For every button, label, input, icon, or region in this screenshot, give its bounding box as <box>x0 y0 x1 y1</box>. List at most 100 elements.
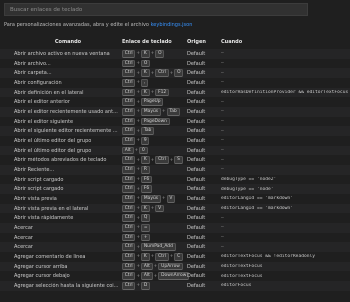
key-cap: Alt <box>141 272 153 281</box>
key-separator: + <box>136 99 141 105</box>
table-row[interactable]: Acercar Ctrl + NumPad_Add Default — <box>0 242 350 253</box>
command-cell: Abrir vista previa en el lateral <box>14 205 89 212</box>
column-header-command[interactable]: Comando <box>14 39 122 45</box>
when-cell: — <box>221 235 224 241</box>
column-header-when[interactable]: Cuando <box>221 39 350 45</box>
key-separator: + <box>169 254 174 260</box>
command-cell: Abrir vista rápidamente <box>14 215 74 222</box>
command-cell: Abrir archivo... <box>14 60 51 67</box>
keybinding-cell: Ctrl + Mayús + V <box>122 195 187 203</box>
table-row[interactable]: Agregar comentario de línea Ctrl + K + Ctrl + C… <box>0 252 350 262</box>
keybinding-cell: Ctrl + O <box>122 59 187 68</box>
key-separator: + <box>136 70 141 76</box>
key-cap: PageUp <box>141 98 164 106</box>
source-cell: Default <box>187 118 206 125</box>
key-separator: + <box>136 138 141 144</box>
when-cell: — <box>221 80 224 86</box>
command-cell: Abrir el editor recientemente usado ant.… <box>14 108 118 115</box>
table-row[interactable]: Abrir métodos abreviados de teclado Ctrl +… <box>0 155 350 165</box>
command-cell: Agregar selección hasta la siguiente coi… <box>14 282 119 289</box>
key-cap: Ctrl <box>122 214 136 223</box>
key-cap: K <box>141 69 150 77</box>
table-row[interactable]: Abrir vista rápidamente Ctrl + Q Default — <box>0 213 350 223</box>
key-cap: Mayús <box>141 108 161 116</box>
key-separator: + <box>136 157 141 163</box>
key-cap: Ctrl <box>122 156 136 165</box>
source-cell: Default <box>187 166 206 173</box>
command-cell: Abrir vista previa <box>14 195 57 202</box>
command-cell: Agregar comentario de línea <box>14 253 86 260</box>
source-cell: Default <box>187 273 206 280</box>
keybinding-cell: Alt +0 <box>122 146 187 155</box>
when-cell: — <box>221 148 224 154</box>
table-row[interactable]: Abrir Reciente... Ctrl + R Default — <box>0 165 350 175</box>
search-input[interactable] <box>10 6 307 13</box>
key-cap: Ctrl <box>122 195 136 203</box>
table-row[interactable]: Abrir script cargado Ctrl + F6 Default debugT… <box>0 184 350 195</box>
table-row[interactable]: Abrir definición en el lateral Ctrl + K + F12… <box>0 87 350 98</box>
table-row[interactable]: Abrir carpeta... Ctrl + K + Ctrl + O Default — <box>0 68 350 79</box>
key-cap: 9 <box>141 137 150 145</box>
key-cap: Tab <box>166 108 180 116</box>
source-cell: Default <box>187 147 206 154</box>
key-cap: K <box>141 50 150 58</box>
column-header-source[interactable]: Origen <box>187 39 221 45</box>
key-cap: Ctrl <box>122 50 136 58</box>
table-row[interactable]: Abrir vista previa en el lateral Ctrl + K + V… <box>0 203 350 214</box>
table-row[interactable]: Acercar Ctrl + = Default — <box>0 223 350 233</box>
table-row[interactable]: Abrir el editor anterior Ctrl + PageUp Defau… <box>0 97 350 107</box>
key-separator: + <box>136 215 141 221</box>
advanced-customization-hint: Para personalizaciones avanzadas, abra y… <box>4 22 192 28</box>
key-separator: + <box>136 273 141 279</box>
table-row[interactable]: Abrir el siguiente editor recientemente … <box>0 126 350 137</box>
column-header-keybinding[interactable]: Enlace de teclado <box>122 39 187 45</box>
key-separator: + <box>150 70 155 76</box>
table-row[interactable]: Abrir el editor recientemente usado ant.… <box>0 107 350 117</box>
command-cell: Abrir definición en el lateral <box>14 89 84 96</box>
command-cell: Abrir configuración <box>14 79 62 86</box>
when-cell: editorFocus <box>221 283 252 289</box>
keybindings-search-box[interactable] <box>4 3 308 16</box>
key-cap: Ctrl <box>122 166 136 174</box>
table-row[interactable]: Abrir el editor siguiente Ctrl + PageDown De… <box>0 117 350 127</box>
source-cell: Default <box>187 176 206 183</box>
table-row[interactable]: Abrir archivo... Ctrl + O Default — <box>0 59 350 69</box>
table-row[interactable]: Abrir el último editor del grupo Ctrl +9 De… <box>0 136 350 146</box>
command-cell: Abrir script cargado <box>14 176 64 183</box>
key-cap: V <box>155 204 164 213</box>
key-cap: F12 <box>155 88 169 97</box>
key-cap: Ctrl <box>122 262 136 271</box>
table-row[interactable]: Agregar cursor arriba Ctrl + Alt + UpArrow Def… <box>0 261 350 272</box>
key-cap: = <box>141 224 151 232</box>
table-row[interactable]: Abrir vista previa Ctrl + Mayús + V Default edi… <box>0 194 350 204</box>
table-row[interactable]: Agregar selección hasta la siguiente coi… <box>0 281 350 291</box>
key-cap: Ctrl <box>122 59 136 68</box>
source-cell: Default <box>187 70 206 77</box>
source-cell: Default <box>187 128 206 135</box>
key-cap: K <box>141 88 150 97</box>
key-cap: Ctrl <box>122 127 136 135</box>
when-cell: editorHasDefinitionProvider && editorTex… <box>221 90 349 96</box>
keybindings-json-link[interactable]: keybindings.json <box>151 22 193 28</box>
source-cell: Default <box>187 234 206 241</box>
table-row[interactable]: Abrir script cargado Ctrl + F6 Default debugT… <box>0 175 350 185</box>
key-separator: + <box>161 196 166 202</box>
key-cap: Alt <box>122 146 134 155</box>
keybinding-cell: Ctrl + = <box>122 224 187 232</box>
when-cell: — <box>221 138 224 144</box>
key-separator: + <box>136 264 141 270</box>
table-row[interactable]: Abrir configuración Ctrl +, Default — <box>0 78 350 88</box>
table-row[interactable]: Acercar Ctrl + + Default — <box>0 233 350 243</box>
key-separator: + <box>136 254 141 260</box>
key-cap: Ctrl <box>122 137 136 145</box>
table-row[interactable]: Agregar cursor debajo Ctrl + Alt + DownArrow D… <box>0 271 350 281</box>
table-row[interactable]: Abrir archivo activo en nueva ventana Ctr… <box>0 49 350 59</box>
keybinding-cell: Ctrl + PageDown <box>122 117 187 126</box>
source-cell: Default <box>187 253 206 260</box>
when-cell: editorLangId == 'markdown' <box>221 196 293 202</box>
key-cap: 0 <box>139 146 148 155</box>
keybindings-table: Abrir archivo activo en nueva ventana Ctr… <box>0 49 350 291</box>
table-row[interactable]: Abrir el último editor del grupo Alt +0 Def… <box>0 145 350 156</box>
when-cell: — <box>221 61 224 66</box>
key-cap: Ctrl <box>122 98 136 106</box>
